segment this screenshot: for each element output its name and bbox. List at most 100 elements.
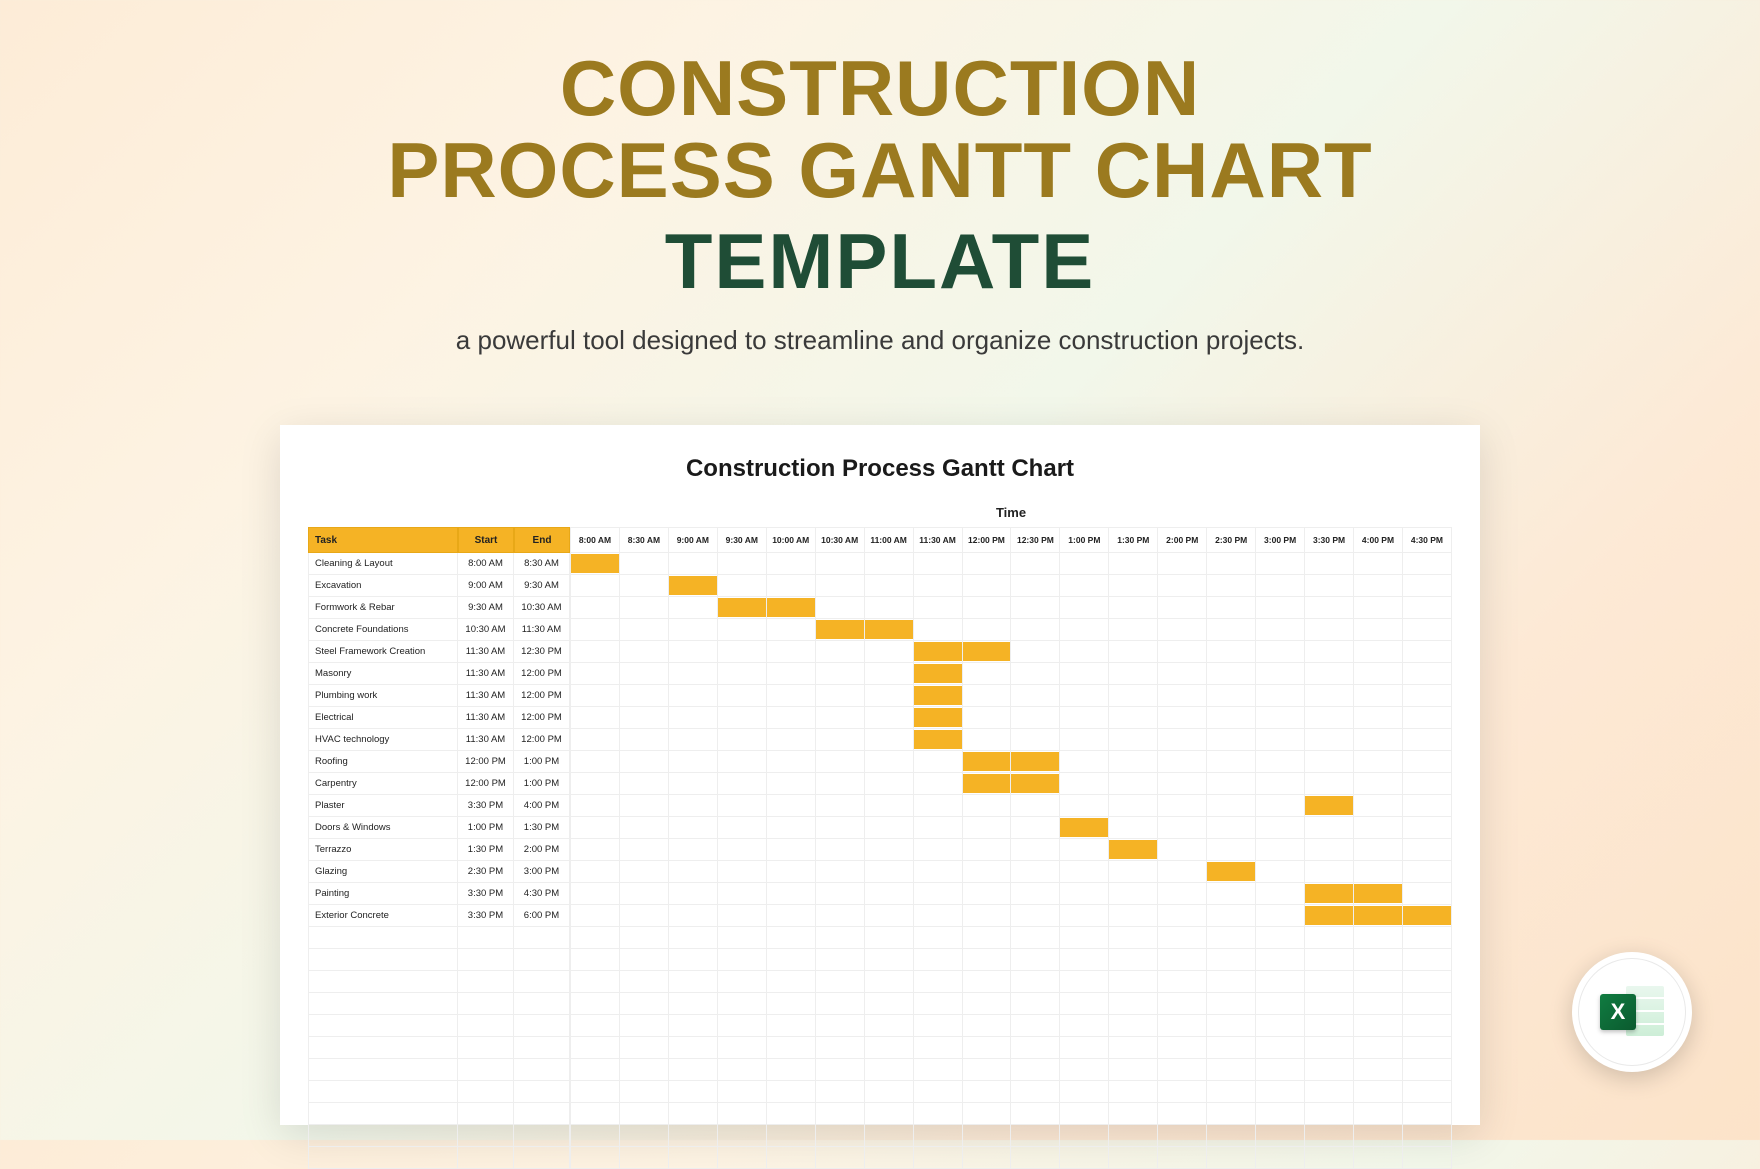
task-name: Roofing [308,751,458,773]
task-start: 3:30 PM [458,905,514,927]
time-header-15: 3:30 PM [1305,527,1354,553]
hero-title-line2: PROCESS GANTT CHART [0,130,1760,212]
time-header-13: 2:30 PM [1207,527,1256,553]
gantt-bar [914,708,962,727]
task-name: Cleaning & Layout [308,553,458,575]
task-start: 11:30 AM [458,685,514,707]
task-name: Concrete Foundations [308,619,458,641]
table-row: Doors & Windows1:00 PM1:30 PM [308,817,1452,839]
hero: CONSTRUCTION PROCESS GANTT CHART TEMPLAT… [0,0,1760,356]
excel-badge: X [1572,952,1692,1072]
time-header-10: 1:00 PM [1060,527,1109,553]
task-start: 8:00 AM [458,553,514,575]
task-name: Plaster [308,795,458,817]
gantt-bar [1305,906,1353,925]
gantt-bar [1354,906,1402,925]
gantt-bar [963,752,1011,771]
time-header-4: 10:00 AM [767,527,816,553]
task-name: Plumbing work [308,685,458,707]
task-name: HVAC technology [308,729,458,751]
task-end: 3:00 PM [514,861,570,883]
table-row: Cleaning & Layout8:00 AM8:30 AM [308,553,1452,575]
hero-template-word: TEMPLATE [0,216,1760,307]
time-header-2: 9:00 AM [669,527,718,553]
gantt-bar [1060,818,1108,837]
gantt-bar [914,642,962,661]
gantt-bar [767,598,815,617]
task-start: 9:30 AM [458,597,514,619]
time-header-16: 4:00 PM [1354,527,1403,553]
gantt-bar [1109,840,1157,859]
table-row: Steel Framework Creation11:30 AM12:30 PM [308,641,1452,663]
task-name: Terrazzo [308,839,458,861]
task-start: 12:00 PM [458,751,514,773]
gantt-bar [571,554,619,573]
task-end: 6:00 PM [514,905,570,927]
gantt-chart: Time TaskStartEnd8:00 AM8:30 AM9:00 AM9:… [308,505,1452,1169]
gantt-bar [963,642,1011,661]
time-header-9: 12:30 PM [1011,527,1060,553]
table-row: HVAC technology11:30 AM12:00 PM [308,729,1452,751]
time-header-1: 8:30 AM [620,527,669,553]
task-name: Electrical [308,707,458,729]
task-start: 3:30 PM [458,883,514,905]
table-row: Excavation9:00 AM9:30 AM [308,575,1452,597]
table-row: Plaster3:30 PM4:00 PM [308,795,1452,817]
excel-icon: X [1600,982,1664,1042]
table-row [308,927,1452,949]
task-end: 1:00 PM [514,773,570,795]
time-header-8: 12:00 PM [963,527,1012,553]
task-end: 9:30 AM [514,575,570,597]
table-row [308,1125,1452,1147]
time-header-6: 11:00 AM [865,527,914,553]
task-start: 1:30 PM [458,839,514,861]
table-row: Electrical11:30 AM12:00 PM [308,707,1452,729]
task-end: 4:30 PM [514,883,570,905]
gantt-bar [1011,774,1059,793]
task-name: Painting [308,883,458,905]
excel-letter: X [1600,994,1636,1030]
time-header-3: 9:30 AM [718,527,767,553]
task-end: 12:30 PM [514,641,570,663]
task-end: 12:00 PM [514,663,570,685]
hero-title-line1: CONSTRUCTION [560,44,1200,132]
time-header-7: 11:30 AM [914,527,963,553]
time-header-0: 8:00 AM [570,527,620,553]
col-header-end: End [514,527,570,553]
table-row: Carpentry12:00 PM1:00 PM [308,773,1452,795]
task-name: Formwork & Rebar [308,597,458,619]
gantt-bar [1207,862,1255,881]
task-name: Glazing [308,861,458,883]
sheet-title: Construction Process Gantt Chart [308,455,1452,483]
gantt-bar [914,730,962,749]
table-row [308,1015,1452,1037]
task-start: 11:30 AM [458,729,514,751]
table-row: Exterior Concrete3:30 PM6:00 PM [308,905,1452,927]
gantt-bar [1011,752,1059,771]
table-row [308,1037,1452,1059]
task-name: Doors & Windows [308,817,458,839]
task-end: 12:00 PM [514,685,570,707]
task-name: Masonry [308,663,458,685]
table-row [308,1147,1452,1169]
table-row [308,1081,1452,1103]
time-header-11: 1:30 PM [1109,527,1158,553]
task-name: Exterior Concrete [308,905,458,927]
gantt-bar [1305,796,1353,815]
task-start: 2:30 PM [458,861,514,883]
gantt-bar [1305,884,1353,903]
table-row: Masonry11:30 AM12:00 PM [308,663,1452,685]
table-row: Plumbing work11:30 AM12:00 PM [308,685,1452,707]
gantt-header-row: TaskStartEnd8:00 AM8:30 AM9:00 AM9:30 AM… [308,527,1452,553]
hero-subtitle: a powerful tool designed to streamline a… [0,325,1760,356]
gantt-bar [865,620,913,639]
col-header-task: Task [308,527,458,553]
gantt-bar [914,664,962,683]
gantt-bar [963,774,1011,793]
spreadsheet-preview: Construction Process Gantt Chart Time Ta… [280,425,1480,1125]
table-row [308,971,1452,993]
task-start: 1:00 PM [458,817,514,839]
time-axis-heading-row: Time [308,505,1452,527]
time-header-14: 3:00 PM [1256,527,1305,553]
gantt-bar [1354,884,1402,903]
